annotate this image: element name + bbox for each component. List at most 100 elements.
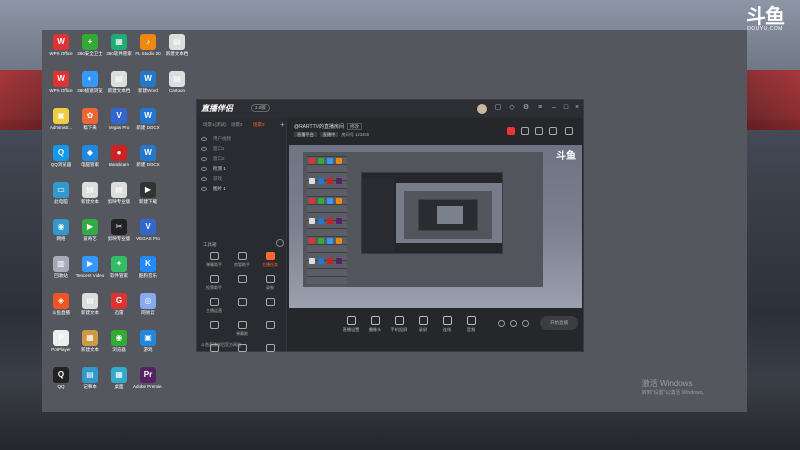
desktop-icon[interactable]: ▤ 新建文本	[75, 293, 105, 331]
desktop-icon[interactable]: W 新建Word	[133, 71, 163, 109]
desktop-icon[interactable]: ▥ 回收站	[46, 256, 76, 294]
desktop-icon[interactable]	[162, 219, 192, 257]
toolbar-button[interactable]: 录屏	[410, 316, 436, 333]
skin-icon[interactable]: ◇	[507, 103, 517, 113]
desktop-icon[interactable]: ◆ 电脑管家	[75, 145, 105, 183]
edit-room-button[interactable]: 修改	[347, 123, 362, 130]
desktop-icon[interactable]: ▶ Tencent Video	[75, 256, 105, 294]
toolbar-button[interactable]: 手机投屏	[386, 316, 412, 333]
maximize-icon[interactable]: □	[561, 103, 571, 113]
desktop-icon[interactable]: ▤ 新建文本档	[162, 34, 192, 72]
desktop-icon[interactable]: ● Bandicam	[104, 145, 134, 183]
settings-small-icon[interactable]	[522, 320, 529, 327]
desktop-icon[interactable]	[162, 108, 192, 146]
desktop-icon[interactable]: ♪ FL Studio 20	[133, 34, 163, 72]
source-item[interactable]: 检测 1	[201, 164, 283, 174]
desktop-icon[interactable]: ◉ 浏览器	[104, 330, 134, 368]
source-item[interactable]: 游戏	[201, 174, 283, 184]
start-live-button[interactable]: 开始直播	[540, 316, 578, 330]
toolbox-item[interactable]	[229, 298, 255, 322]
desktop-icon[interactable]	[162, 293, 192, 331]
minimize-icon[interactable]: –	[549, 103, 559, 113]
settings-icon[interactable]: ⚙	[521, 103, 531, 113]
desktop-icon[interactable]: ▶ 新建下载	[133, 182, 163, 220]
desktop-icon[interactable]: Pr Adobe Premie...	[133, 367, 163, 405]
toolbox-item[interactable]: 投票助手	[201, 275, 227, 299]
stream-preview[interactable]: 斗鱼	[289, 145, 582, 308]
share-link-icon[interactable]	[565, 127, 573, 135]
source-item[interactable]: 窗口1	[201, 144, 283, 154]
platform-badge[interactable]: 直播平台	[294, 132, 317, 137]
desktop-icon[interactable]: +360安全卫士	[75, 34, 105, 72]
desktop-icon[interactable]: ▦ 桌面	[104, 367, 134, 405]
desktop-icon[interactable]: ✂ 剪映专业版	[104, 219, 134, 257]
desktop-icon[interactable]: ▤ 剪映专业版	[104, 182, 134, 220]
share-icon[interactable]	[521, 127, 529, 135]
version-badge[interactable]: 3.0版	[251, 104, 270, 112]
desktop-icon[interactable]: W WPS Office	[46, 34, 76, 72]
desktop-icon[interactable]: ▤ Cartoon	[162, 71, 192, 109]
desktop-icon[interactable]: K 酷狗音乐	[133, 256, 163, 294]
close-icon[interactable]: ×	[572, 103, 582, 113]
desktop-icon[interactable]: ▭ 此电脑	[46, 182, 76, 220]
desktop-icon[interactable]	[162, 330, 192, 368]
desktop-icon[interactable]	[162, 256, 192, 294]
mic-icon[interactable]	[498, 320, 505, 327]
desktop-icon[interactable]: W 新建 DOCX	[133, 108, 163, 146]
toolbox-item[interactable]	[229, 275, 255, 299]
toolbar-button[interactable]: 摄像头	[362, 316, 388, 333]
desktop-icon[interactable]: ▤ 新建文本档	[104, 71, 134, 109]
desktop-icon[interactable]: Q QQ浏览器	[46, 145, 76, 183]
menu-icon[interactable]: ≡	[535, 103, 545, 113]
desktop-icon[interactable]: G 迅雷	[104, 293, 134, 331]
desktop-icon[interactable]: V Vegas Pro	[104, 108, 134, 146]
add-scene-button[interactable]: +	[280, 120, 285, 129]
desktop-icon[interactable]: ◎ 网易云	[133, 293, 163, 331]
desktop-icon[interactable]: ▦ 360软件管家	[104, 34, 134, 72]
desktop-icon[interactable]	[162, 182, 192, 220]
desktop-icon[interactable]: ◐ 360极速浏览	[75, 71, 105, 109]
eye-icon[interactable]	[201, 147, 207, 151]
desktop-icon[interactable]: ▶ 爱奇艺	[75, 219, 105, 257]
desktop-icon[interactable]: ✿ 稿下来	[75, 108, 105, 146]
chat-icon[interactable]	[535, 127, 543, 135]
toolbox-item[interactable]	[257, 344, 283, 368]
eye-icon[interactable]	[201, 137, 207, 141]
camera-toggle-icon[interactable]	[510, 320, 517, 327]
eye-icon[interactable]	[201, 167, 207, 171]
tab-scene-3[interactable]: 场景3	[253, 122, 265, 128]
source-item[interactable]: 窗口2	[201, 154, 283, 164]
tab-scene-1[interactable]: 场景1(测试)	[203, 122, 227, 128]
message-icon[interactable]: ▢	[493, 103, 503, 113]
desktop-icon[interactable]: ▣ 游戏	[133, 330, 163, 368]
desktop-icon[interactable]: ▣ Administr...	[46, 108, 76, 146]
desktop-icon[interactable]: V VEGAS Pro	[133, 219, 163, 257]
toolbox-item[interactable]	[257, 321, 283, 345]
toolbox-item[interactable]: 主播任务	[257, 252, 283, 276]
toolbox-item[interactable]	[257, 298, 283, 322]
desktop-icon[interactable]: P PotPlayer	[46, 330, 76, 368]
toolbox-settings-icon[interactable]	[276, 239, 284, 247]
eye-icon[interactable]	[201, 187, 207, 191]
source-item[interactable]: 用户视频	[201, 134, 283, 144]
footer-link[interactable]: 斗鱼直播伴侣官方网站	[201, 342, 241, 348]
avatar[interactable]	[477, 104, 487, 114]
desktop-icon[interactable]	[162, 145, 192, 183]
desktop-icon[interactable]: ▤ 记事本	[75, 367, 105, 405]
desktop-icon[interactable]: Q QQ	[46, 367, 76, 405]
toolbar-button[interactable]: 直播设置	[338, 316, 364, 333]
source-item[interactable]: 图片 1	[201, 184, 283, 194]
toolbox-item[interactable]: 房管助手	[229, 252, 255, 276]
gift-icon[interactable]	[507, 127, 515, 135]
desktop-icon[interactable]: ✦ 软件管家	[104, 256, 134, 294]
toolbox-item[interactable]: 主播运营	[201, 298, 227, 322]
toolbar-button[interactable]: 音频	[458, 316, 484, 333]
desktop-icon[interactable]: ▤ 新建文本	[75, 182, 105, 220]
desktop-icon[interactable]: ◈ 斗鱼直播	[46, 293, 76, 331]
desktop-icon[interactable]: ▦ 新建文本	[75, 330, 105, 368]
desktop-icon[interactable]: W WPS Office	[46, 71, 76, 109]
toolbar-button[interactable]: 连线	[434, 316, 460, 333]
tab-scene-2[interactable]: 场景2	[231, 122, 243, 128]
notification-icon[interactable]	[549, 127, 557, 135]
toolbox-item[interactable]: 弹幕助手	[201, 252, 227, 276]
